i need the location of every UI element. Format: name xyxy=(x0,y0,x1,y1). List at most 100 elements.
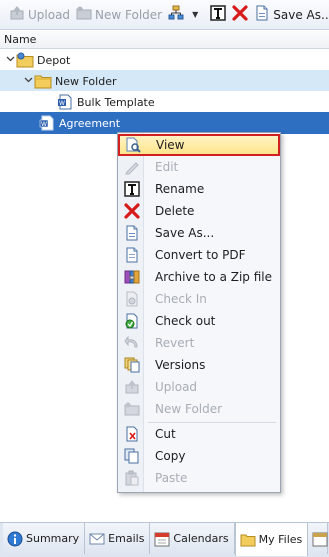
svg-text:W: W xyxy=(59,100,65,107)
delete-button[interactable] xyxy=(229,3,251,27)
menu-item-save-as[interactable]: Save As... xyxy=(119,222,279,244)
menu-item-label: View xyxy=(156,138,185,152)
column-header-name[interactable]: Name xyxy=(0,30,329,49)
rename-button[interactable] xyxy=(207,3,229,27)
menu-item-cut[interactable]: Cut xyxy=(119,423,279,445)
tab-label: Calendars xyxy=(173,532,229,545)
delete-icon xyxy=(232,5,248,24)
menu-item-label: Revert xyxy=(155,336,195,350)
tab-overflow[interactable] xyxy=(308,523,329,554)
tree-item-depot[interactable]: Depot xyxy=(0,49,329,71)
tab-label: Summary xyxy=(26,532,80,545)
word-document-icon: W xyxy=(56,93,74,111)
menu-item-new-folder[interactable]: New Folder xyxy=(119,398,279,420)
revert-icon xyxy=(119,332,145,354)
paste-icon xyxy=(119,467,145,489)
rename-icon xyxy=(210,5,227,24)
copy-icon xyxy=(119,445,145,467)
chevron-down-icon[interactable] xyxy=(4,54,16,66)
pdf-icon xyxy=(119,244,145,266)
upload-icon xyxy=(9,5,25,24)
menu-item-label: Save As... xyxy=(155,226,215,240)
upload-button[interactable]: Upload xyxy=(6,3,73,27)
menu-item-label: Upload xyxy=(155,380,198,394)
envelope-icon xyxy=(89,531,105,547)
menu-item-view[interactable]: View xyxy=(118,134,280,156)
menu-item-label: Delete xyxy=(155,204,195,218)
new-folder-label: New Folder xyxy=(95,7,163,22)
upload-label: Upload xyxy=(28,7,71,22)
tab-label: My Files xyxy=(258,533,303,546)
menu-item-versions[interactable]: Versions xyxy=(119,354,279,376)
save-as-icon xyxy=(254,5,270,24)
view-icon xyxy=(120,134,146,156)
tree-item-label: Agreement xyxy=(59,116,121,130)
tab-my-files[interactable]: My Files xyxy=(234,523,309,556)
depot-folder-icon xyxy=(16,51,34,69)
calendar-icon xyxy=(312,531,328,547)
new-folder-button[interactable]: New Folder xyxy=(73,3,165,27)
menu-item-rename[interactable]: Rename xyxy=(119,178,279,200)
upload-icon xyxy=(119,376,145,398)
context-menu: View Edit Rename Delete Save As... Conve… xyxy=(117,132,281,493)
rename-icon xyxy=(119,178,145,200)
menu-item-check-in[interactable]: Check In xyxy=(119,288,279,310)
new-folder-icon xyxy=(76,5,92,24)
menu-item-label: Archive to a Zip file xyxy=(155,270,273,284)
menu-item-revert[interactable]: Revert xyxy=(119,332,279,354)
chevron-down-icon[interactable] xyxy=(22,75,34,87)
menu-item-paste[interactable]: Paste xyxy=(119,467,279,489)
tree-item-agreement[interactable]: W Agreement xyxy=(0,112,329,134)
zip-icon xyxy=(119,266,145,288)
menu-item-edit[interactable]: Edit xyxy=(119,156,279,178)
tree-item-label: New Folder xyxy=(55,74,117,88)
pencil-icon xyxy=(119,156,145,178)
tree-item-label: Depot xyxy=(37,53,71,67)
menu-item-label: Versions xyxy=(155,358,206,372)
tree-item-bulk-template[interactable]: W Bulk Template xyxy=(0,91,329,113)
menu-item-check-out[interactable]: Check out xyxy=(119,310,279,332)
bottom-tab-bar: Summary Emails Calendars My Files xyxy=(0,522,329,557)
calendar-icon xyxy=(154,531,170,547)
menu-item-copy[interactable]: Copy xyxy=(119,445,279,467)
menu-item-label: Cut xyxy=(155,427,176,441)
svg-text:W: W xyxy=(41,121,47,128)
menu-item-label: Check out xyxy=(155,314,216,328)
new-folder-icon xyxy=(119,398,145,420)
menu-item-label: Check In xyxy=(155,292,207,306)
folder-icon xyxy=(34,72,52,90)
menu-item-upload[interactable]: Upload xyxy=(119,376,279,398)
chevron-down-icon: ▼ xyxy=(192,10,199,19)
menu-item-archive-zip[interactable]: Archive to a Zip file xyxy=(119,266,279,288)
menu-item-label: Edit xyxy=(155,160,179,174)
folder-icon xyxy=(240,532,256,548)
tab-label: Emails xyxy=(108,532,145,545)
tree-item-new-folder[interactable]: New Folder xyxy=(0,70,329,92)
menu-item-label: Rename xyxy=(155,182,205,196)
word-document-icon: W xyxy=(38,114,56,132)
delete-icon xyxy=(119,200,145,222)
tab-summary[interactable]: Summary xyxy=(3,523,86,554)
menu-item-label: Copy xyxy=(155,449,186,463)
menu-item-label: New Folder xyxy=(155,402,223,416)
menu-item-label: Paste xyxy=(155,471,188,485)
check-out-icon xyxy=(119,310,145,332)
tab-calendars[interactable]: Calendars xyxy=(150,523,235,554)
info-icon xyxy=(7,531,23,547)
menu-item-convert-to-pdf[interactable]: Convert to PDF xyxy=(119,244,279,266)
versions-icon xyxy=(119,354,145,376)
column-header-label: Name xyxy=(4,33,37,46)
cut-icon xyxy=(119,423,145,445)
menu-item-label: Convert to PDF xyxy=(155,248,246,262)
toolbar: Upload New Folder ▼ Save As... xyxy=(0,0,329,30)
view-dropdown-button[interactable]: ▼ xyxy=(187,3,201,27)
save-as-icon xyxy=(119,222,145,244)
save-as-label: Save As... xyxy=(273,7,329,22)
check-in-icon xyxy=(119,288,145,310)
menu-item-delete[interactable]: Delete xyxy=(119,200,279,222)
hierarchy-icon xyxy=(168,5,184,24)
tab-emails[interactable]: Emails xyxy=(85,523,151,554)
tree-item-label: Bulk Template xyxy=(77,95,155,109)
save-as-button[interactable]: Save As... xyxy=(251,3,329,27)
tree-view-button[interactable] xyxy=(165,3,187,27)
